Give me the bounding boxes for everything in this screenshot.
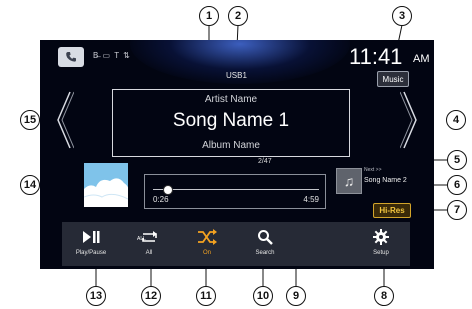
play-pause-label: Play/Pause (75, 250, 107, 256)
music-note-icon: ♫ (343, 173, 355, 189)
music-button[interactable]: Music (377, 71, 409, 87)
head-unit-screen: B̶ ▭ T ⇅ USB1 11:41 AM Music Artist Name… (40, 40, 434, 269)
repeat-label: All (145, 250, 153, 256)
callout-2: 2 (228, 6, 248, 26)
search-label: Search (255, 250, 275, 256)
callout-10: 10 (253, 286, 273, 306)
artist-name: Artist Name (204, 94, 258, 105)
play-pause-button[interactable]: Play/Pause (62, 222, 120, 266)
next-label: Next >> (364, 167, 382, 173)
play-pause-icon (83, 231, 100, 243)
gear-icon (373, 229, 389, 245)
search-icon (258, 230, 273, 245)
clock-ampm: AM (413, 53, 430, 65)
source-label: USB1 (226, 71, 247, 80)
next-song-name[interactable]: Song Name 2 (364, 177, 407, 184)
callout-12: 12 (141, 286, 161, 306)
status-icons: B̶ ▭ T ⇅ (93, 51, 131, 60)
setup-label: Setup (373, 250, 389, 256)
blank-button[interactable] (294, 222, 352, 266)
progress-area[interactable]: 0:26 4:59 (144, 174, 326, 209)
svg-text:ALL: ALL (137, 236, 146, 242)
search-button[interactable]: Search (236, 222, 294, 266)
hires-badge: Hi-Res (373, 203, 411, 218)
repeat-button[interactable]: ALL All (120, 222, 178, 266)
shuffle-icon (198, 229, 217, 245)
phone-icon (66, 52, 76, 62)
clock: 11:41 (349, 44, 403, 69)
callout-9: 9 (286, 286, 306, 306)
track-count: 2/47 (258, 158, 272, 165)
callout-13: 13 (86, 286, 106, 306)
progress-track (153, 189, 319, 190)
callout-6: 6 (447, 175, 467, 195)
next-chevron-icon[interactable] (400, 90, 420, 150)
progress-knob[interactable] (163, 185, 174, 195)
repeat-all-icon: ALL (137, 231, 157, 242)
elapsed-time: 0:26 (153, 195, 169, 204)
callout-4: 4 (446, 110, 466, 130)
shuffle-label: On (202, 250, 211, 256)
callout-5: 5 (447, 150, 467, 170)
shuffle-button[interactable]: On (178, 222, 236, 266)
album-art[interactable] (84, 163, 128, 207)
previous-chevron-icon[interactable] (54, 90, 74, 150)
total-time: 4:59 (303, 195, 319, 204)
cloud-art-icon (84, 178, 128, 207)
next-song-thumbnail[interactable]: ♫ (336, 168, 362, 194)
track-info-box: Artist Name Song Name 1 Album Name (112, 89, 350, 157)
album-name: Album Name (202, 140, 260, 151)
callout-11: 11 (196, 286, 216, 306)
callout-1: 1 (199, 6, 219, 26)
callout-3: 3 (392, 6, 412, 26)
callout-7: 7 (447, 200, 467, 220)
callout-15: 15 (20, 110, 40, 130)
phone-button[interactable] (58, 47, 84, 67)
callout-8: 8 (374, 286, 394, 306)
control-bar: Play/Pause ALL All On Search Setup (62, 222, 410, 266)
callout-14: 14 (20, 175, 40, 195)
song-name: Song Name 1 (172, 110, 290, 131)
setup-button[interactable]: Setup (352, 222, 410, 266)
